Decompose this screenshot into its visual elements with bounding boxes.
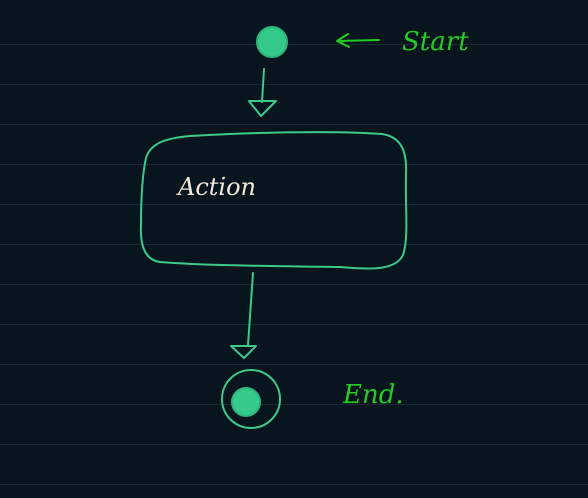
start-node[interactable] [256, 26, 288, 58]
flow-arrow-action-to-end [230, 272, 257, 359]
action-label: Action [176, 173, 256, 201]
activity-diagram: Start Action End. [139, 26, 469, 429]
action-node[interactable]: Action [139, 131, 408, 270]
flow-arrow-start-to-action [248, 68, 277, 117]
start-pointer-arrow [336, 33, 380, 48]
start-label: Start [402, 27, 469, 57]
end-label: End. [342, 380, 404, 410]
end-node[interactable] [221, 369, 281, 429]
